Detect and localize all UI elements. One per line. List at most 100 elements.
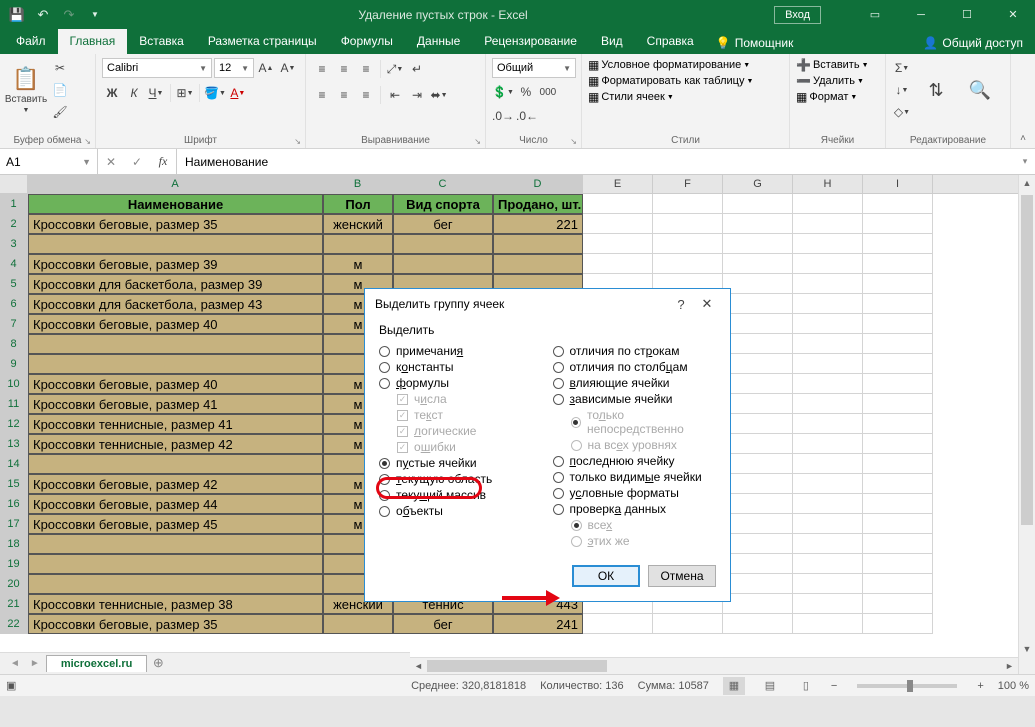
cell[interactable]: [863, 294, 933, 314]
column-header[interactable]: G: [723, 175, 793, 193]
increase-font-icon[interactable]: A▲: [256, 58, 276, 78]
cell[interactable]: 241: [493, 614, 583, 634]
cell[interactable]: [723, 214, 793, 234]
row-header[interactable]: 7: [0, 314, 28, 334]
cell[interactable]: [793, 614, 863, 634]
sheet-tab[interactable]: microexcel.ru: [46, 655, 148, 672]
cancel-icon[interactable]: ✕: [98, 155, 124, 169]
underline-button[interactable]: Ч ▼: [146, 83, 166, 103]
orientation-icon[interactable]: ⤢ ▼: [385, 59, 405, 79]
cell[interactable]: [723, 394, 793, 414]
zoom-slider[interactable]: [857, 684, 957, 688]
radio-constants[interactable]: константы: [379, 359, 543, 375]
dialog-close-icon[interactable]: ✕: [694, 296, 720, 312]
cell[interactable]: [723, 374, 793, 394]
record-macro-icon[interactable]: ▣: [6, 679, 16, 692]
cell[interactable]: [863, 194, 933, 214]
tab-layout[interactable]: Разметка страницы: [196, 29, 329, 54]
view-page-break-icon[interactable]: ▯: [795, 677, 817, 695]
login-button[interactable]: Вход: [774, 6, 821, 24]
cell[interactable]: [793, 574, 863, 594]
redo-icon[interactable]: ↷: [58, 4, 80, 26]
radio-col-diff[interactable]: отличия по столбцам: [553, 359, 717, 375]
row-header[interactable]: 1: [0, 194, 28, 214]
radio-formulas[interactable]: формулы: [379, 375, 543, 391]
cell[interactable]: [723, 314, 793, 334]
cell[interactable]: [723, 614, 793, 634]
cell[interactable]: [793, 454, 863, 474]
row-header[interactable]: 14: [0, 454, 28, 474]
cell[interactable]: [793, 374, 863, 394]
sheet-nav-prev-icon[interactable]: ◄: [6, 658, 24, 669]
column-header[interactable]: I: [863, 175, 933, 193]
cell[interactable]: [863, 214, 933, 234]
cell[interactable]: [723, 334, 793, 354]
copy-button[interactable]: 📄: [50, 80, 70, 100]
cell[interactable]: [723, 474, 793, 494]
row-header[interactable]: 16: [0, 494, 28, 514]
cell[interactable]: [793, 274, 863, 294]
cell[interactable]: [723, 574, 793, 594]
radio-precedents[interactable]: влияющие ячейки: [553, 375, 717, 391]
cell[interactable]: [653, 614, 723, 634]
row-header[interactable]: 19: [0, 554, 28, 574]
launcher-icon[interactable]: ↘: [474, 137, 481, 146]
cell[interactable]: Вид спорта: [393, 194, 493, 214]
cell[interactable]: [863, 434, 933, 454]
merge-icon[interactable]: ⬌ ▼: [429, 85, 449, 105]
cell[interactable]: Кроссовки теннисные, размер 38: [28, 594, 323, 614]
zoom-in-icon[interactable]: +: [977, 680, 983, 692]
radio-last-cell[interactable]: последнюю ячейку: [553, 453, 717, 469]
cell[interactable]: [863, 514, 933, 534]
select-all-corner[interactable]: [0, 175, 28, 193]
cell[interactable]: [793, 334, 863, 354]
cell[interactable]: [793, 534, 863, 554]
cell[interactable]: [863, 254, 933, 274]
accounting-icon[interactable]: 💲 ▼: [492, 82, 514, 102]
radio-visible[interactable]: только видимые ячейки: [553, 469, 717, 485]
cell[interactable]: Кроссовки беговые, размер 40: [28, 374, 323, 394]
cell[interactable]: [793, 194, 863, 214]
cell[interactable]: бег: [393, 214, 493, 234]
cell[interactable]: Кроссовки беговые, размер 40: [28, 314, 323, 334]
number-format-combo[interactable]: Общий▼: [492, 58, 576, 78]
cell-styles-button[interactable]: ▦ Стили ячеек ▼: [588, 90, 674, 104]
cell[interactable]: [793, 594, 863, 614]
tab-review[interactable]: Рецензирование: [472, 29, 589, 54]
row-header[interactable]: 8: [0, 334, 28, 354]
launcher-icon[interactable]: ↘: [294, 137, 301, 146]
radio-data-validation[interactable]: проверка данных: [553, 501, 717, 517]
cell[interactable]: Кроссовки беговые, размер 35: [28, 214, 323, 234]
column-header[interactable]: A: [28, 175, 323, 193]
row-header[interactable]: 13: [0, 434, 28, 454]
cell[interactable]: Продано, шт.: [493, 194, 583, 214]
row-header[interactable]: 2: [0, 214, 28, 234]
paste-button[interactable]: 📋Вставить▼: [6, 58, 46, 122]
cell[interactable]: [323, 614, 393, 634]
radio-current-array[interactable]: текущий массив: [379, 487, 543, 503]
cell[interactable]: Кроссовки беговые, размер 41: [28, 394, 323, 414]
wrap-text-icon[interactable]: ↵: [407, 59, 427, 79]
cell[interactable]: [793, 414, 863, 434]
cell[interactable]: [28, 234, 323, 254]
column-header[interactable]: C: [393, 175, 493, 193]
cell[interactable]: [583, 214, 653, 234]
share-button[interactable]: 👤Общий доступ: [911, 32, 1035, 54]
tell-me[interactable]: 💡Помощник: [706, 32, 804, 54]
cell[interactable]: [583, 194, 653, 214]
cell[interactable]: [863, 274, 933, 294]
cell[interactable]: [863, 414, 933, 434]
save-icon[interactable]: 💾: [6, 4, 28, 26]
cell[interactable]: Кроссовки беговые, размер 45: [28, 514, 323, 534]
cell[interactable]: [28, 534, 323, 554]
view-page-layout-icon[interactable]: ▤: [759, 677, 781, 695]
cell[interactable]: [723, 594, 793, 614]
cell[interactable]: [793, 514, 863, 534]
font-size-combo[interactable]: 12▼: [214, 58, 254, 78]
close-icon[interactable]: ✕: [991, 0, 1035, 29]
add-sheet-icon[interactable]: ⊕: [149, 655, 167, 673]
italic-button[interactable]: К: [124, 83, 144, 103]
radio-blanks[interactable]: пустые ячейки: [379, 455, 543, 471]
cell[interactable]: [28, 454, 323, 474]
cell[interactable]: [323, 234, 393, 254]
